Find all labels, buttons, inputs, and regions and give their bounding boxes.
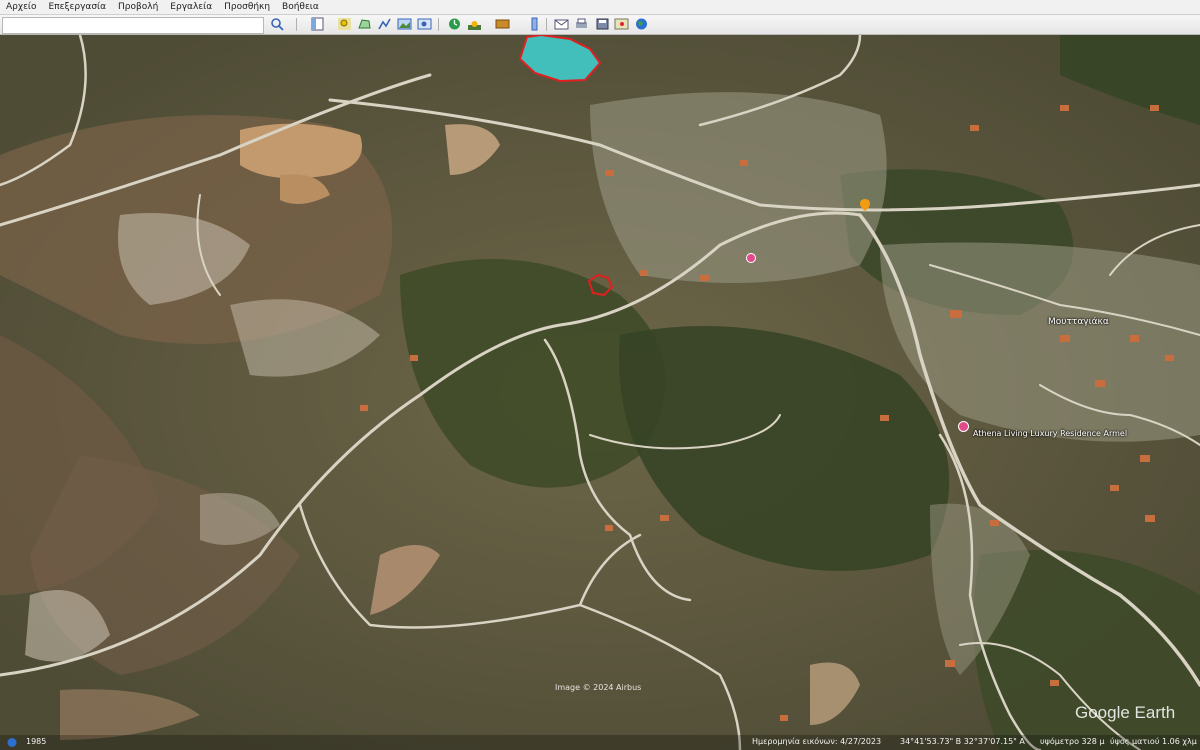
sunlight-icon[interactable] [467,17,482,31]
tour-icon[interactable] [417,17,432,31]
historical-imagery-icon[interactable] [447,17,462,31]
toolbar [0,15,1200,35]
menu-tools[interactable]: Εργαλεία [164,2,218,12]
orange-pin-icon[interactable] [860,199,870,211]
menu-help[interactable]: Βοήθεια [276,2,325,12]
status-eye-alt: ύψος ματιού 1.06 χλμ [1110,737,1197,746]
menu-view[interactable]: Προβολή [112,2,164,12]
placemark-icon[interactable] [337,17,352,31]
planets-icon[interactable] [495,17,510,31]
menu-add[interactable]: Προσθήκη [218,2,276,12]
search-input[interactable] [2,17,264,34]
pink-pin-icon[interactable] [746,253,756,263]
menu-edit[interactable]: Επεξεργασία [43,2,113,12]
google-earth-logo: Google Earth [1075,703,1176,722]
sidebar-icon[interactable] [310,17,325,31]
place-label: Μουτταγιάκα [1048,317,1109,327]
image-overlay-icon[interactable] [397,17,412,31]
poi-pin-icon[interactable] [958,421,969,432]
historical-slider-icon[interactable] [6,737,18,748]
path-icon[interactable] [377,17,392,31]
status-imagery-date: Ημερομηνία εικόνων: 4/27/2023 [752,737,882,746]
toolbar-separator [438,18,439,31]
status-elevation: υψόμετρο 328 μ [1040,737,1105,746]
view-in-maps-icon[interactable] [614,17,629,31]
search-icon[interactable] [270,17,285,31]
satellite-imagery [0,35,1200,750]
email-icon[interactable] [554,17,569,31]
menu-bar: Αρχείο Επεξεργασία Προβολή Εργαλεία Προσ… [0,0,1200,15]
status-year: 1985 [26,737,47,746]
save-image-icon[interactable] [595,17,610,31]
earth-icon[interactable] [634,17,649,31]
toolbar-separator [296,18,297,31]
status-coords: 34°41'53.73" Β 32°37'07.15" Α [900,737,1025,746]
toolbar-separator [546,18,547,31]
menu-file[interactable]: Αρχείο [0,2,43,12]
ruler-icon[interactable] [527,17,542,31]
poi-label: Athena Living Luxury Residence Armel [973,429,1128,438]
imagery-credit: Image © 2024 Airbus [555,683,642,692]
polygon-icon[interactable] [357,17,372,31]
map-view[interactable]: Μουτταγιάκα Athena Living Luxury Residen… [0,35,1200,750]
status-bar: 1985 Ημερομηνία εικόνων: 4/27/2023 34°41… [0,735,1200,750]
print-icon[interactable] [574,17,589,31]
